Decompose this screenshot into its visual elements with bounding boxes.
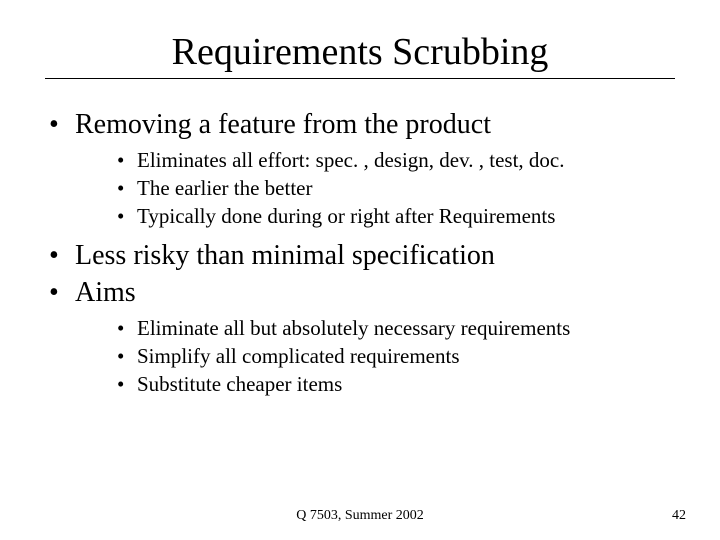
bullet-list-level2: Eliminate all but absolutely necessary r… bbox=[115, 315, 675, 398]
bullet-item: Aims Eliminate all but absolutely necess… bbox=[45, 275, 675, 397]
bullet-text: Simplify all complicated requirements bbox=[137, 344, 460, 368]
slide-title: Requirements Scrubbing bbox=[45, 30, 675, 74]
bullet-text: Substitute cheaper items bbox=[137, 372, 342, 396]
bullet-item: Eliminates all effort: spec. , design, d… bbox=[115, 147, 675, 174]
bullet-text: The earlier the better bbox=[137, 176, 312, 200]
bullet-item: Substitute cheaper items bbox=[115, 371, 675, 398]
bullet-item: The earlier the better bbox=[115, 175, 675, 202]
bullet-text: Eliminate all but absolutely necessary r… bbox=[137, 316, 570, 340]
bullet-list-level2: Eliminates all effort: spec. , design, d… bbox=[115, 147, 675, 230]
bullet-text: Eliminates all effort: spec. , design, d… bbox=[137, 148, 564, 172]
bullet-item: Eliminate all but absolutely necessary r… bbox=[115, 315, 675, 342]
bullet-list-level1: Removing a feature from the product Elim… bbox=[45, 107, 675, 398]
bullet-text: Aims bbox=[75, 277, 136, 308]
bullet-text: Typically done during or right after Req… bbox=[137, 204, 555, 228]
bullet-text: Removing a feature from the product bbox=[75, 109, 491, 140]
bullet-item: Removing a feature from the product Elim… bbox=[45, 107, 675, 229]
bullet-text: Less risky than minimal specification bbox=[75, 240, 495, 271]
footer-text: Q 7503, Summer 2002 bbox=[296, 508, 424, 524]
footer: Q 7503, Summer 2002 bbox=[0, 508, 720, 524]
bullet-item: Typically done during or right after Req… bbox=[115, 203, 675, 230]
title-underline bbox=[45, 78, 675, 79]
bullet-item: Simplify all complicated requirements bbox=[115, 343, 675, 370]
bullet-item: Less risky than minimal specification bbox=[45, 238, 675, 274]
slide: Requirements Scrubbing Removing a featur… bbox=[0, 0, 720, 540]
page-number: 42 bbox=[672, 508, 686, 524]
